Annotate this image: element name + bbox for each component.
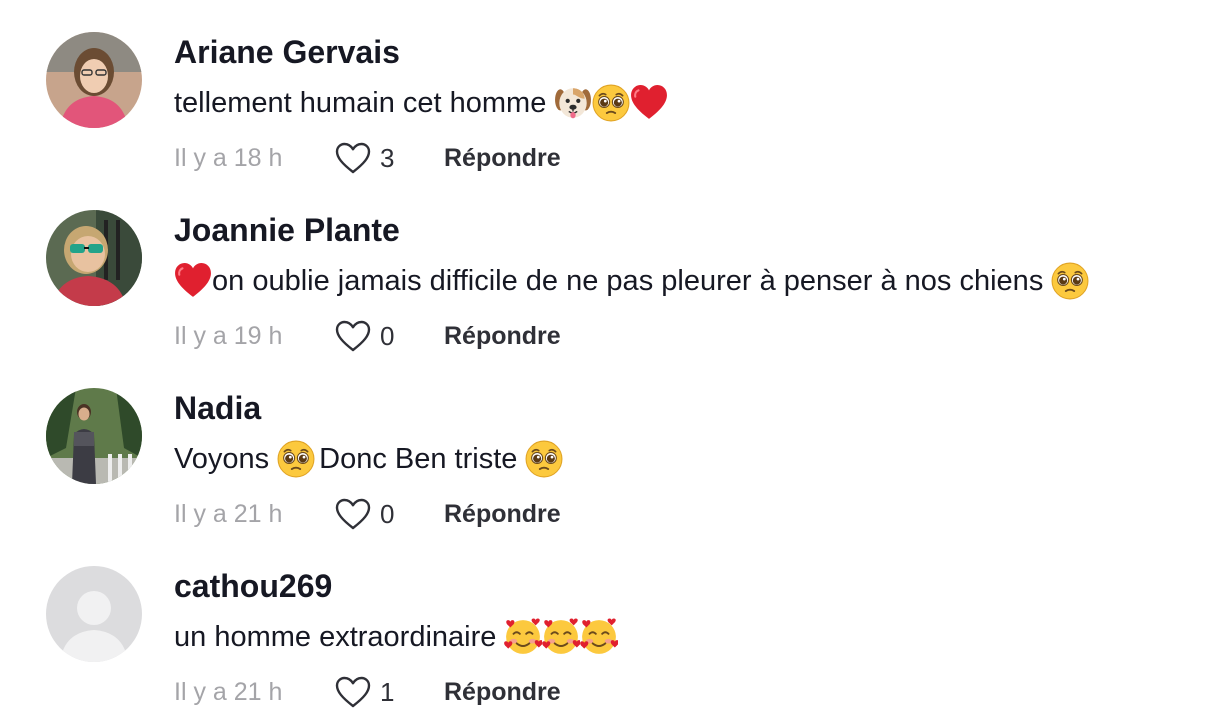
comment-text: on oublie jamais difficile de ne pas ple… [174,262,1089,300]
comment-item: Nadia Voyons Donc Ben triste Il y a 21 h… [0,356,1232,534]
pleading-face-icon [592,84,630,122]
comment-meta: Il y a 18 h 3 Répondre [174,138,561,178]
comment-text-segment: Donc Ben triste [319,442,518,475]
pleading-face-icon [525,440,563,478]
comment-username[interactable]: Nadia [174,390,261,427]
like-button[interactable]: 1 [334,675,444,709]
comment-text: Voyons Donc Ben triste [174,440,563,478]
avatar[interactable] [46,32,142,128]
reply-button[interactable]: Répondre [444,678,561,707]
comment-timestamp: Il y a 18 h [174,143,283,172]
reply-button[interactable]: Répondre [444,322,561,351]
avatar[interactable] [46,566,142,662]
heart-outline-icon[interactable] [334,675,372,709]
comment-text-segment: Voyons [174,442,270,475]
comment-meta: Il y a 21 h 0 Répondre [174,494,561,534]
comment-text: un homme extraordinaire [174,618,618,656]
comment-timestamp: Il y a 21 h [174,677,283,706]
like-button[interactable]: 3 [334,141,444,175]
heart-outline-icon[interactable] [334,319,372,353]
avatar[interactable] [46,388,142,484]
comment-text-segment: tellement humain cet homme [174,86,547,119]
heart-outline-icon[interactable] [334,497,372,531]
comment-text: tellement humain cet homme [174,84,668,122]
comment-username[interactable]: Ariane Gervais [174,34,400,71]
reply-button[interactable]: Répondre [444,500,561,529]
like-button[interactable]: 0 [334,497,444,531]
red-heart-icon [174,262,212,300]
comment-meta: Il y a 19 h 0 Répondre [174,316,561,356]
red-heart-icon [630,84,668,122]
comment-timestamp: Il y a 21 h [174,499,283,528]
comment-username[interactable]: cathou269 [174,568,332,605]
like-count: 1 [380,676,395,707]
pleading-face-icon [1051,262,1089,300]
heart-outline-icon[interactable] [334,141,372,175]
comment-username[interactable]: Joannie Plante [174,212,400,249]
like-count: 0 [380,498,395,529]
comment-timestamp: Il y a 19 h [174,321,283,350]
like-count: 0 [380,320,395,351]
comment-text-segment: un homme extraordinaire [174,620,497,653]
comment-item: Joannie Plante on oublie jamais difficil… [0,178,1232,356]
comment-item: cathou269 un homme extraordinaire Il y a… [0,534,1232,712]
smiling-face-with-hearts-icon [504,618,542,656]
reply-button[interactable]: Répondre [444,144,561,173]
avatar[interactable] [46,210,142,306]
like-button[interactable]: 0 [334,319,444,353]
dog-face-icon [554,84,592,122]
smiling-face-with-hearts-icon [580,618,618,656]
default-avatar-icon [46,566,142,662]
comment-meta: Il y a 21 h 1 Répondre [174,672,561,712]
like-count: 3 [380,142,395,173]
comment-item: Ariane Gervais tellement humain cet homm… [0,0,1232,178]
smiling-face-with-hearts-icon [542,618,580,656]
pleading-face-icon [277,440,315,478]
comment-text-segment: on oublie jamais difficile de ne pas ple… [212,264,1044,297]
